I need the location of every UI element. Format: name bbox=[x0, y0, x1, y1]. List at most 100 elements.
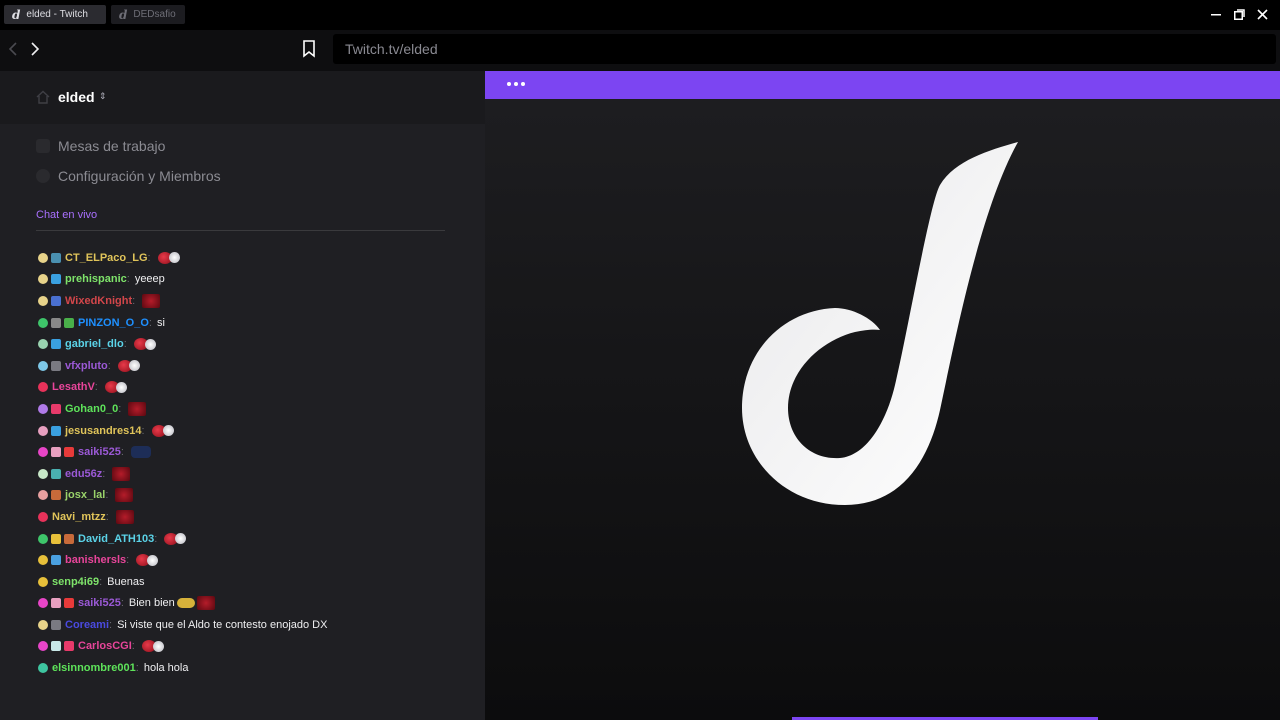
chat-badge-icon[interactable] bbox=[38, 641, 48, 652]
chat-username[interactable]: David_ATH103 bbox=[78, 533, 154, 545]
chat-message: Gohan0_0: bbox=[38, 398, 478, 420]
chat-badge-icon[interactable] bbox=[38, 403, 48, 414]
chat-badge-icon[interactable] bbox=[38, 360, 48, 371]
tab-elded-twitch[interactable]: d elded - Twitch bbox=[4, 5, 106, 24]
chat-username[interactable]: vfxpluto bbox=[65, 360, 108, 372]
chat-username[interactable]: PINZON_O_O bbox=[78, 317, 149, 329]
chat-username[interactable]: WixedKnight bbox=[65, 295, 132, 307]
chat-badge-icon[interactable] bbox=[38, 598, 48, 609]
chat-emote-icon[interactable] bbox=[115, 488, 134, 503]
chat-emote-icon[interactable] bbox=[128, 401, 147, 416]
elded-logo-icon: d bbox=[12, 7, 21, 22]
chat-message: Coreami: Si viste que el Aldo te contesto… bbox=[38, 614, 478, 636]
chat-badge-icon[interactable] bbox=[38, 468, 48, 479]
chat-badge-icon[interactable] bbox=[64, 447, 74, 458]
chat-badge-icon[interactable] bbox=[38, 425, 48, 436]
sidebar-item-configuracion[interactable]: Configuración y Miembros bbox=[36, 166, 221, 186]
chat-badge-icon[interactable] bbox=[64, 317, 74, 328]
chat-username[interactable]: Gohan0_0 bbox=[65, 403, 118, 415]
chat-badge-icon[interactable] bbox=[64, 533, 74, 544]
chat-badge-icon[interactable] bbox=[51, 490, 61, 501]
chat-message: gabriel_dlo: bbox=[38, 333, 478, 355]
chat-emote-icon[interactable] bbox=[128, 360, 140, 372]
chat-badge-icon[interactable] bbox=[51, 447, 61, 458]
url-bar[interactable]: Twitch.tv/elded bbox=[333, 34, 1276, 64]
close-icon[interactable] bbox=[1255, 6, 1269, 22]
chat-username[interactable]: Navi_mtzz bbox=[52, 511, 106, 523]
chat-message: LesathV: bbox=[38, 377, 478, 399]
chat-badge-icon[interactable] bbox=[51, 360, 61, 371]
chat-username[interactable]: saiki525 bbox=[78, 446, 121, 458]
chat-badge-icon[interactable] bbox=[51, 317, 61, 328]
sidebar-item-mesas-de-trabajo[interactable]: Mesas de trabajo bbox=[36, 136, 165, 156]
chat-badge-icon[interactable] bbox=[38, 317, 48, 328]
chat-username[interactable]: jesusandres14 bbox=[65, 425, 141, 437]
chat-emote-icon[interactable] bbox=[196, 596, 215, 611]
chat-emote-icon[interactable] bbox=[168, 252, 180, 264]
chat-username[interactable]: Coreami bbox=[65, 619, 109, 631]
chat-emote-icon[interactable] bbox=[112, 466, 131, 481]
chat-badge-icon[interactable] bbox=[51, 252, 61, 263]
chat-badge-icon[interactable] bbox=[38, 576, 48, 587]
chat-emote-icon[interactable] bbox=[152, 640, 164, 652]
chat-username[interactable]: CT_ELPaco_LG bbox=[65, 252, 148, 264]
chat-emote-icon[interactable] bbox=[144, 338, 156, 350]
chat-emote-icon[interactable] bbox=[115, 381, 127, 393]
chat-username[interactable]: senp4i69 bbox=[52, 576, 99, 588]
chat-emote-icon[interactable] bbox=[162, 425, 174, 437]
chat-badge-icon[interactable] bbox=[51, 533, 61, 544]
chat-badge-icon[interactable] bbox=[51, 641, 61, 652]
chat-section-title[interactable]: Chat en vivo bbox=[36, 209, 97, 221]
chat-badge-icon[interactable] bbox=[38, 533, 48, 544]
chat-username[interactable]: banishersls bbox=[65, 554, 126, 566]
chat-badge-icon[interactable] bbox=[38, 252, 48, 263]
chat-badge-icon[interactable] bbox=[38, 274, 48, 285]
chat-badge-icon[interactable] bbox=[51, 598, 61, 609]
more-dots-icon[interactable] bbox=[507, 82, 525, 86]
chat-username[interactable]: elsinnombre001 bbox=[52, 662, 136, 674]
chat-badge-icon[interactable] bbox=[64, 641, 74, 652]
chat-badge-icon[interactable] bbox=[51, 619, 61, 630]
chat-badge-icon[interactable] bbox=[51, 403, 61, 414]
chat-badge-icon[interactable] bbox=[38, 490, 48, 501]
chat-emote-icon[interactable] bbox=[176, 598, 195, 609]
workspace-name[interactable]: elded bbox=[58, 89, 95, 105]
home-icon[interactable] bbox=[36, 90, 50, 109]
chat-badge-icon[interactable] bbox=[38, 511, 48, 522]
chat-badge-icon[interactable] bbox=[64, 598, 74, 609]
back-arrow-icon[interactable] bbox=[8, 40, 18, 61]
chat-badge-icon[interactable] bbox=[51, 425, 61, 436]
chat-username[interactable]: LesathV bbox=[52, 381, 95, 393]
chat-emote-icon[interactable] bbox=[130, 446, 151, 459]
tab-dedsafio[interactable]: d DEDsafio bbox=[111, 5, 185, 24]
restore-icon[interactable] bbox=[1232, 6, 1246, 22]
chat-username[interactable]: saiki525 bbox=[78, 597, 121, 609]
chat-message: CarlosCGI: bbox=[38, 636, 478, 658]
forward-arrow-icon[interactable] bbox=[30, 40, 40, 61]
chat-emote-icon[interactable] bbox=[115, 509, 134, 524]
chat-badge-icon[interactable] bbox=[51, 295, 61, 306]
bookmark-icon[interactable] bbox=[302, 40, 316, 63]
chat-badge-icon[interactable] bbox=[38, 555, 48, 566]
chat-emote-icon[interactable] bbox=[175, 533, 187, 545]
chat-text: hola hola bbox=[143, 662, 189, 675]
chat-emote-icon[interactable] bbox=[147, 554, 159, 566]
chat-username[interactable]: josx_lal bbox=[65, 489, 105, 501]
chat-badge-icon[interactable] bbox=[51, 339, 61, 350]
chat-badge-icon[interactable] bbox=[51, 468, 61, 479]
chevron-updown-icon[interactable]: ⇕ bbox=[99, 91, 107, 102]
chat-badge-icon[interactable] bbox=[51, 555, 61, 566]
chat-badge-icon[interactable] bbox=[38, 339, 48, 350]
chat-username[interactable]: gabriel_dlo bbox=[65, 338, 124, 350]
chat-badge-icon[interactable] bbox=[38, 663, 48, 674]
chat-emote-icon[interactable] bbox=[142, 293, 161, 308]
chat-badge-icon[interactable] bbox=[38, 295, 48, 306]
chat-username[interactable]: prehispanic bbox=[65, 273, 127, 285]
chat-badge-icon[interactable] bbox=[38, 447, 48, 458]
chat-username[interactable]: CarlosCGI bbox=[78, 640, 132, 652]
chat-badge-icon[interactable] bbox=[51, 274, 61, 285]
minimize-icon[interactable] bbox=[1209, 6, 1223, 22]
chat-badge-icon[interactable] bbox=[38, 382, 48, 393]
chat-badge-icon[interactable] bbox=[38, 619, 48, 630]
chat-username[interactable]: edu56z bbox=[65, 468, 102, 480]
